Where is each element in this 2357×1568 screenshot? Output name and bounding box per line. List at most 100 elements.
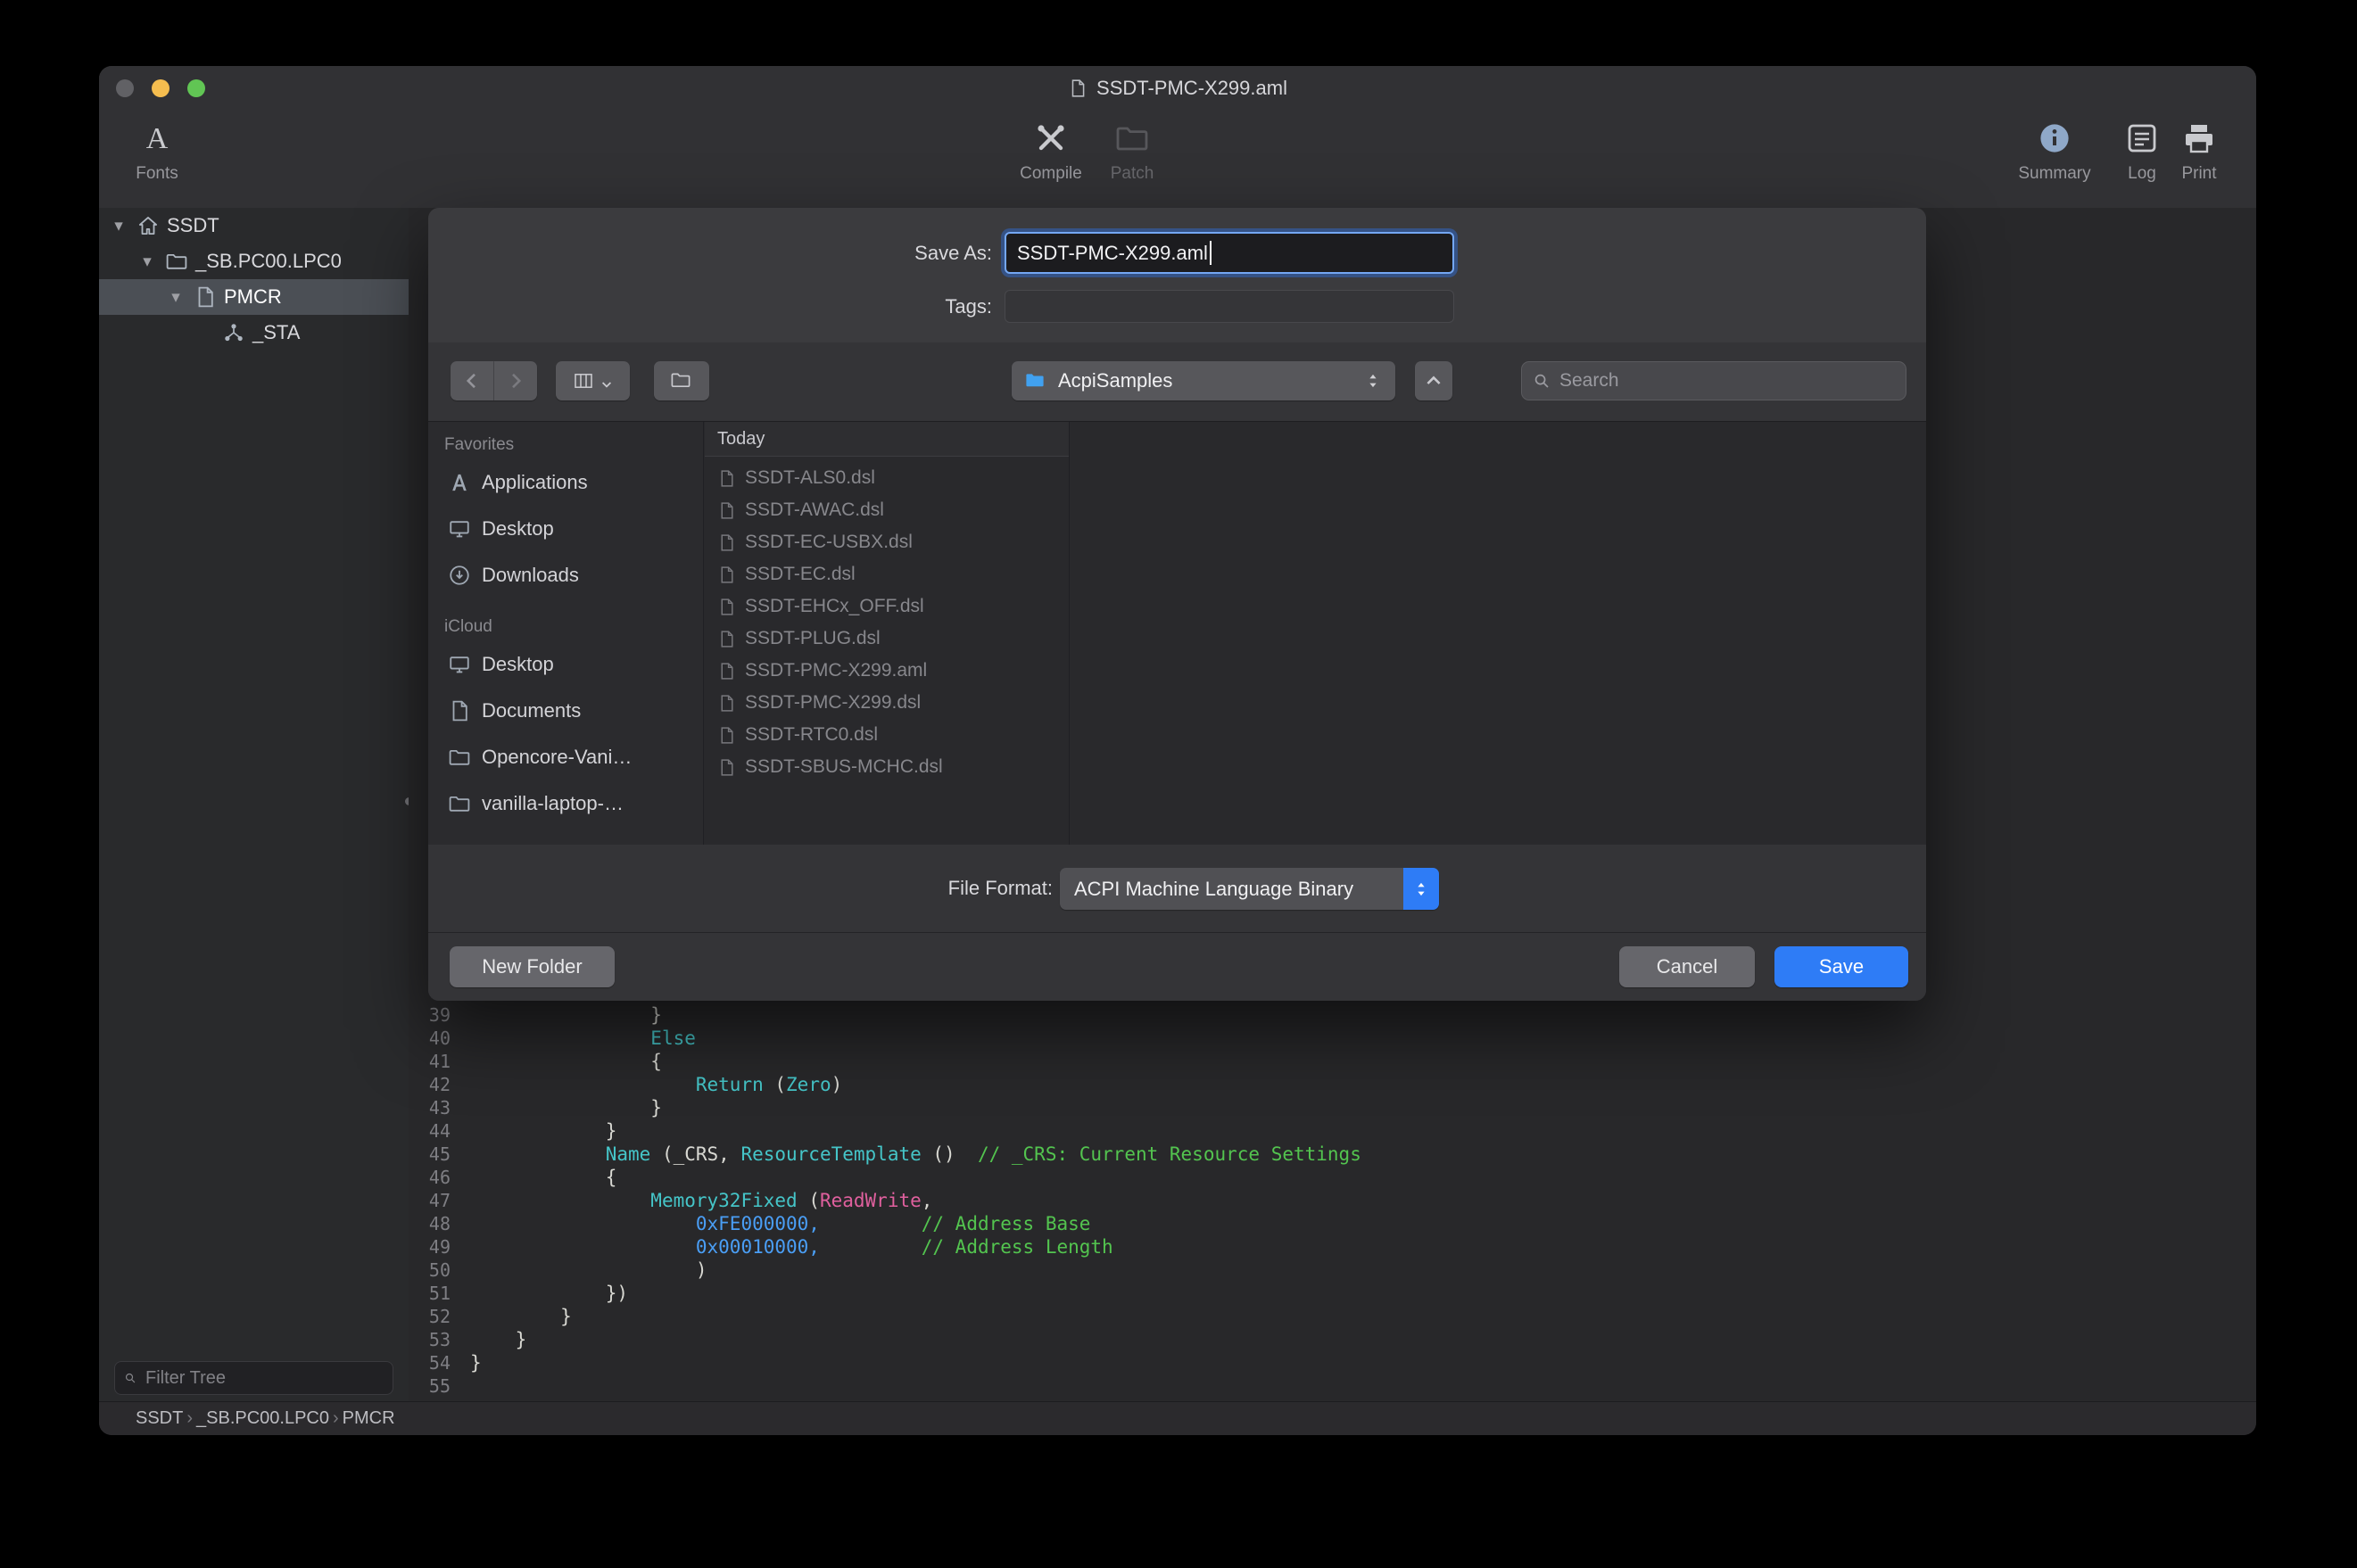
favorite-item-vanilla-laptop-…[interactable]: vanilla-laptop-… — [428, 780, 703, 827]
file-row[interactable]: SSDT-EC.dsl — [705, 558, 1069, 590]
file-row[interactable]: SSDT-RTC0.dsl — [705, 719, 1069, 751]
favorite-label: Applications — [482, 471, 588, 494]
favorite-label: vanilla-laptop-… — [482, 792, 624, 815]
code-line: 52 } — [409, 1305, 2256, 1328]
folder-icon — [670, 369, 693, 392]
favorite-item-Desktop[interactable]: Desktop — [428, 641, 703, 688]
code-line: 42 Return (Zero) — [409, 1073, 2256, 1096]
folder-icon — [1024, 369, 1047, 392]
favorite-item-Opencore-Vani…[interactable]: Opencore-Vani… — [428, 734, 703, 780]
dialog-search-input[interactable] — [1558, 369, 1895, 392]
popup-stepper — [1403, 868, 1439, 910]
line-number: 42 — [409, 1074, 451, 1095]
code-line: 41 { — [409, 1050, 2256, 1073]
tags-input[interactable] — [1005, 290, 1454, 323]
view-mode-button[interactable] — [556, 361, 630, 400]
home-icon — [136, 214, 160, 237]
code-line: 46 { — [409, 1166, 2256, 1189]
code-line: 49 0x00010000, // Address Length — [409, 1235, 2256, 1259]
favorite-item-Applications[interactable]: Applications — [428, 459, 703, 506]
line-number: 43 — [409, 1097, 451, 1118]
chevron-right-icon — [505, 370, 526, 392]
favorite-item-Downloads[interactable]: Downloads — [428, 552, 703, 598]
favorite-item-Desktop[interactable]: Desktop — [428, 506, 703, 552]
file-name: SSDT-EHCx_OFF.dsl — [745, 596, 924, 617]
file-list: SSDT-ALS0.dsl SSDT-AWAC.dsl SSDT-EC-USBX… — [705, 457, 1069, 783]
search-icon — [1533, 372, 1551, 390]
disclosure-triangle-icon[interactable]: ▾ — [136, 252, 158, 272]
favorite-label: Desktop — [482, 653, 554, 676]
toolbar-patch-label: Patch — [1111, 164, 1154, 184]
code-line: 40 Else — [409, 1027, 2256, 1050]
toolbar-compile-label: Compile — [1020, 164, 1082, 184]
favorite-item-Documents[interactable]: Documents — [428, 688, 703, 734]
sidebar-section-header: Favorites — [428, 431, 703, 459]
toolbar-print[interactable]: Print — [2154, 118, 2244, 184]
dialog-nav-row: AcpiSamples — [428, 342, 1926, 421]
line-number: 40 — [409, 1027, 451, 1049]
file-row[interactable]: SSDT-PMC-X299.aml — [705, 655, 1069, 687]
updown-chevrons-icon — [1363, 371, 1383, 391]
tree-node-_SB.PC00.LPC0[interactable]: ▾ _SB.PC00.LPC0 — [99, 243, 409, 279]
file-row[interactable]: SSDT-SBUS-MCHC.dsl — [705, 751, 1069, 783]
cancel-button[interactable]: Cancel — [1619, 946, 1755, 987]
file-group-header: Today — [705, 422, 1069, 457]
toolbar-patch[interactable]: Patch — [1074, 118, 1190, 184]
up-directory-button[interactable] — [1415, 361, 1452, 400]
file-row[interactable]: SSDT-PLUG.dsl — [705, 623, 1069, 655]
code-line: 39 } — [409, 1003, 2256, 1027]
back-button[interactable] — [451, 361, 494, 400]
forward-button[interactable] — [494, 361, 537, 400]
file-format-popup[interactable]: ACPI Machine Language Binary — [1060, 868, 1439, 910]
maciasl-window: SSDT-PMC-X299.aml A Fonts Compile Patch … — [99, 66, 2256, 1435]
favorite-label: Desktop — [482, 517, 554, 541]
breadcrumb-item: SSDT — [136, 1408, 183, 1428]
file-format-row: File Format: ACPI Machine Language Binar… — [428, 845, 1926, 932]
filter-tree-field[interactable] — [114, 1361, 393, 1395]
location-popup[interactable]: AcpiSamples — [1012, 361, 1395, 400]
file-row[interactable]: SSDT-PMC-X299.dsl — [705, 687, 1069, 719]
applications-icon — [448, 471, 471, 494]
save-as-value: SSDT-PMC-X299.aml — [1017, 242, 1208, 265]
toolbar-print-label: Print — [2181, 164, 2216, 184]
favorite-label: Documents — [482, 699, 581, 722]
breadcrumb: SSDT›_SB.PC00.LPC0›PMCR — [136, 1408, 395, 1429]
line-number: 44 — [409, 1120, 451, 1142]
folder-icon — [448, 746, 471, 769]
dialog-search-field[interactable] — [1521, 361, 1906, 400]
breadcrumb-item: _SB.PC00.LPC0 — [196, 1408, 329, 1428]
document-icon — [717, 630, 736, 648]
file-row[interactable]: SSDT-AWAC.dsl — [705, 494, 1069, 526]
document-icon — [717, 501, 736, 520]
line-number: 46 — [409, 1167, 451, 1188]
favorites-pane: Favorites Applications Desktop Downloads… — [428, 422, 704, 846]
disclosure-triangle-icon[interactable]: ▾ — [165, 287, 186, 308]
toolbar-fonts[interactable]: A Fonts — [99, 118, 215, 184]
file-row[interactable]: SSDT-EC-USBX.dsl — [705, 526, 1069, 558]
filter-tree-input[interactable] — [144, 1367, 384, 1390]
document-icon — [717, 565, 736, 584]
code-line: 45 Name (_CRS, ResourceTemplate () // _C… — [409, 1143, 2256, 1166]
tree-node-PMCR[interactable]: ▾ PMCR — [99, 279, 409, 315]
chevron-down-icon — [600, 374, 614, 388]
code-line: 44 } — [409, 1119, 2256, 1143]
save-button[interactable]: Save — [1774, 946, 1908, 987]
title-bar[interactable]: SSDT-PMC-X299.aml — [99, 66, 2256, 111]
file-row[interactable]: SSDT-EHCx_OFF.dsl — [705, 590, 1069, 623]
line-number: 51 — [409, 1283, 451, 1304]
new-folder-button[interactable]: New Folder — [450, 946, 615, 987]
search-icon — [124, 1370, 136, 1386]
file-name: SSDT-PLUG.dsl — [745, 628, 881, 649]
tree-node-_STA[interactable]: _STA — [99, 315, 409, 351]
patch-folder-icon — [1112, 118, 1153, 159]
save-as-input[interactable]: SSDT-PMC-X299.aml — [1005, 232, 1454, 274]
chevron-left-icon — [461, 370, 483, 392]
line-number: 47 — [409, 1190, 451, 1211]
folder-action-button[interactable] — [654, 361, 709, 400]
file-name: SSDT-PMC-X299.aml — [745, 660, 927, 681]
disclosure-triangle-icon[interactable]: ▾ — [108, 216, 129, 236]
tree-node-SSDT[interactable]: ▾ SSDT — [99, 208, 409, 243]
document-icon — [717, 726, 736, 745]
code-line: 51 }) — [409, 1282, 2256, 1305]
file-row[interactable]: SSDT-ALS0.dsl — [705, 462, 1069, 494]
